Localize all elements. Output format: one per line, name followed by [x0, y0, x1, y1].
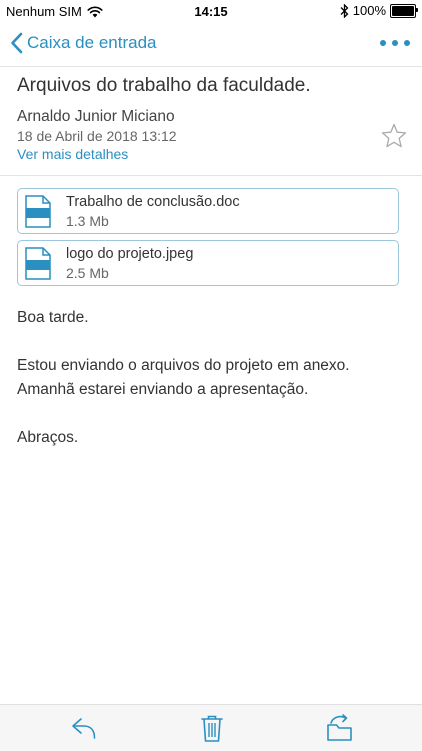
- attachment-name: Trabalho de conclusão.doc: [66, 194, 240, 210]
- attachment-size: 2.5 Mb: [66, 265, 109, 281]
- attachment-item[interactable]: logo do projeto.jpeg 2.5 Mb: [17, 240, 399, 286]
- body-line: Estou enviando o arquivos do projeto em …: [17, 357, 350, 374]
- ellipsis-icon: [380, 40, 386, 46]
- attachment-size: 1.3 Mb: [66, 213, 109, 229]
- battery-fill: [392, 5, 414, 16]
- reply-icon[interactable]: [69, 713, 99, 743]
- status-bar: Nenhum SIM 14:15 100%: [0, 0, 422, 22]
- move-folder-icon[interactable]: [325, 713, 355, 743]
- back-button[interactable]: Caixa de entrada: [10, 32, 156, 54]
- attachment-name: logo do projeto.jpeg: [66, 246, 194, 262]
- details-link[interactable]: Ver mais detalhes: [17, 146, 128, 162]
- back-button-label: Caixa de entrada: [27, 33, 157, 52]
- file-icon: [25, 195, 51, 228]
- file-icon: [25, 247, 51, 280]
- attachment-item[interactable]: Trabalho de conclusão.doc 1.3 Mb: [17, 188, 399, 234]
- message-subject: Arquivos do trabalho da faculdade.: [17, 75, 311, 96]
- body-greeting: Boa tarde.: [17, 309, 89, 326]
- message-date: 18 de Abril de 2018 13:12: [17, 128, 177, 144]
- ellipsis-icon-dot: [404, 40, 410, 46]
- message-body: Boa tarde. Estou enviando o arquivos do …: [17, 306, 407, 450]
- bottom-toolbar: [0, 704, 422, 751]
- battery-label: 100%: [352, 3, 386, 18]
- ellipsis-icon-dot: [392, 40, 398, 46]
- message-sender: Arnaldo Junior Miciano: [17, 108, 175, 125]
- chevron-left-icon: [11, 32, 23, 54]
- body-line: Amanhã estarei enviando a apresentação.: [17, 381, 309, 398]
- header-divider: [0, 175, 422, 176]
- battery-icon: [390, 3, 418, 18]
- body-closing: Abraços.: [17, 429, 79, 446]
- bluetooth-icon: [340, 3, 349, 18]
- star-icon[interactable]: [380, 122, 408, 150]
- status-right: 100%: [340, 3, 418, 18]
- trash-icon[interactable]: [197, 713, 227, 743]
- more-options-button[interactable]: [380, 34, 410, 52]
- nav-bar: Caixa de entrada: [0, 22, 422, 67]
